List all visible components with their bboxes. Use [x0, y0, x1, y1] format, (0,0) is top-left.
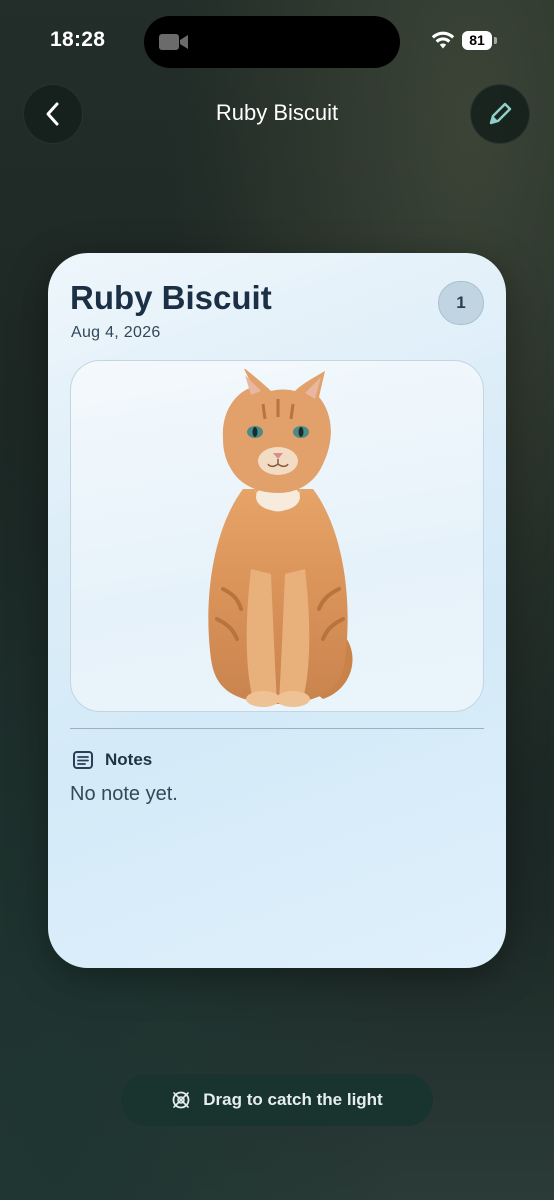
card-date: Aug 4, 2026 — [71, 324, 161, 341]
notes-header: Notes — [73, 750, 152, 770]
status-bar: 18:28 81 — [0, 0, 554, 80]
pet-card[interactable]: Ruby Biscuit Aug 4, 2026 1 Notes No note… — [48, 253, 506, 968]
catch-light-button[interactable]: Drag to catch the light — [121, 1074, 433, 1126]
notes-text: No note yet. — [70, 783, 178, 805]
cat-photo — [208, 369, 353, 707]
divider — [70, 728, 484, 729]
notes-label: Notes — [105, 750, 153, 769]
dynamic-island — [144, 16, 400, 68]
battery-tip — [494, 37, 497, 44]
edit-button[interactable] — [470, 84, 530, 144]
wifi-icon — [431, 31, 455, 49]
photo-frame — [70, 360, 484, 712]
video-camera-icon — [159, 34, 188, 50]
card-title: Ruby Biscuit — [70, 279, 272, 316]
notes-icon — [73, 751, 93, 769]
light-target-icon — [172, 1091, 190, 1109]
count-badge: 1 — [438, 281, 484, 325]
pencil-icon — [489, 102, 512, 125]
status-time: 18:28 — [50, 28, 106, 51]
catch-light-label: Drag to catch the light — [203, 1090, 383, 1109]
battery-icon: 81 — [462, 31, 492, 50]
